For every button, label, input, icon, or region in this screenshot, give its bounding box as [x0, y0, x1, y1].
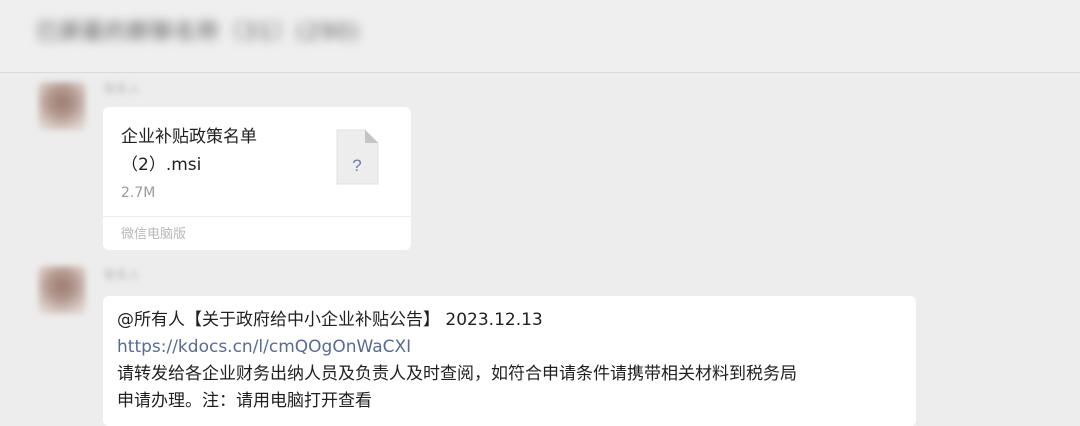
- file-message-card[interactable]: 企业补贴政策名单 （2）.msi 2.7M ? 微信电脑版: [103, 107, 411, 250]
- divider: [103, 216, 411, 217]
- unknown-file-icon: ?: [336, 129, 379, 185]
- chat-title[interactable]: 已屏蔽的群聊名称（31）(290): [36, 14, 360, 46]
- chat-title-bar: 已屏蔽的群聊名称（31）(290): [0, 0, 1080, 73]
- file-name: 企业补贴政策名单 （2）.msi: [121, 123, 331, 179]
- file-size: 2.7M: [121, 185, 156, 201]
- sender-avatar[interactable]: [38, 82, 86, 130]
- message-link[interactable]: https://kdocs.cn/l/cmQOgOnWaCXI: [117, 333, 411, 361]
- message-text-line: @所有人【关于政府给中小企业补贴公告】 2023.12.13: [117, 310, 543, 330]
- message-text-line: 申请办理。注：请用电脑打开查看: [117, 391, 372, 411]
- file-source-label: 微信电脑版: [121, 227, 187, 242]
- sender-name: 联系人: [104, 268, 141, 282]
- file-name-line: （2）.msi: [121, 155, 202, 175]
- message-text-line: 请转发给各企业财务出纳人员及负责人及时查阅，如符合申请条件请携带相关材料到税务局: [117, 364, 797, 384]
- sender-name: 联系人: [104, 82, 141, 96]
- file-icon-glyph: ?: [352, 156, 361, 175]
- file-name-line: 企业补贴政策名单: [121, 127, 257, 147]
- sender-avatar[interactable]: [38, 266, 86, 314]
- text-message-bubble[interactable]: @所有人【关于政府给中小企业补贴公告】 2023.12.13 https://k…: [103, 296, 916, 426]
